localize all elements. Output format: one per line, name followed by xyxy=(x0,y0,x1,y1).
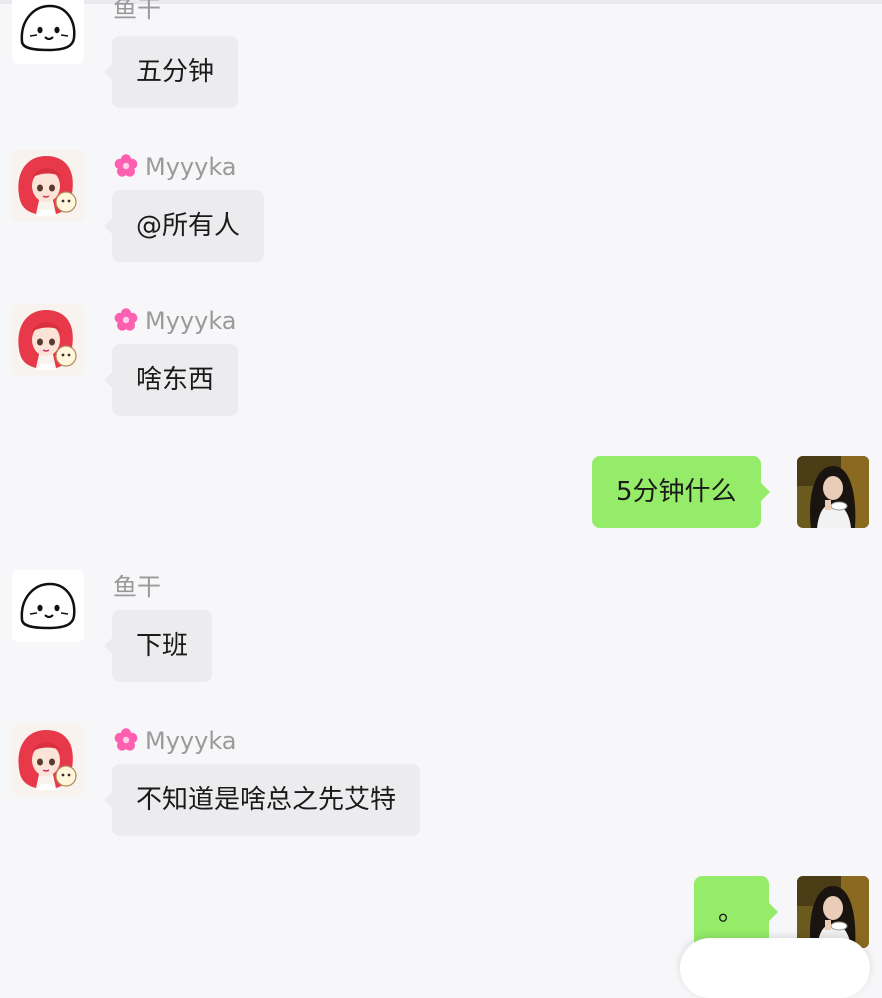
sender-name: 鱼干 xyxy=(113,573,161,601)
message-bubble[interactable]: 下班 xyxy=(103,610,213,682)
anime-girl-avatar[interactable] xyxy=(12,724,84,796)
photo-girl-avatar[interactable] xyxy=(797,456,869,528)
anime-girl-avatar[interactable] xyxy=(12,304,84,376)
seal-avatar[interactable] xyxy=(12,0,84,64)
seal-avatar[interactable] xyxy=(12,570,84,642)
flower-icon xyxy=(113,153,139,179)
sender-name: Myyyka xyxy=(113,726,237,756)
message-bubble[interactable]: 不知道是啥总之先艾特 xyxy=(103,764,421,836)
anime-girl-avatar[interactable] xyxy=(12,150,84,222)
sender-name: 鱼干 xyxy=(113,0,161,23)
message-bubble[interactable]: 五分钟 xyxy=(103,36,239,108)
message-bubble[interactable]: @所有人 xyxy=(103,190,265,262)
message-bubble[interactable]: 啥东西 xyxy=(103,344,239,416)
floating-panel-edge[interactable] xyxy=(680,938,870,998)
message-bubble[interactable]: 5分钟什么 xyxy=(592,456,770,528)
sender-name: Myyyka xyxy=(113,306,237,336)
flower-icon xyxy=(113,727,139,753)
sender-name: Myyyka xyxy=(113,152,237,182)
flower-icon xyxy=(113,307,139,333)
